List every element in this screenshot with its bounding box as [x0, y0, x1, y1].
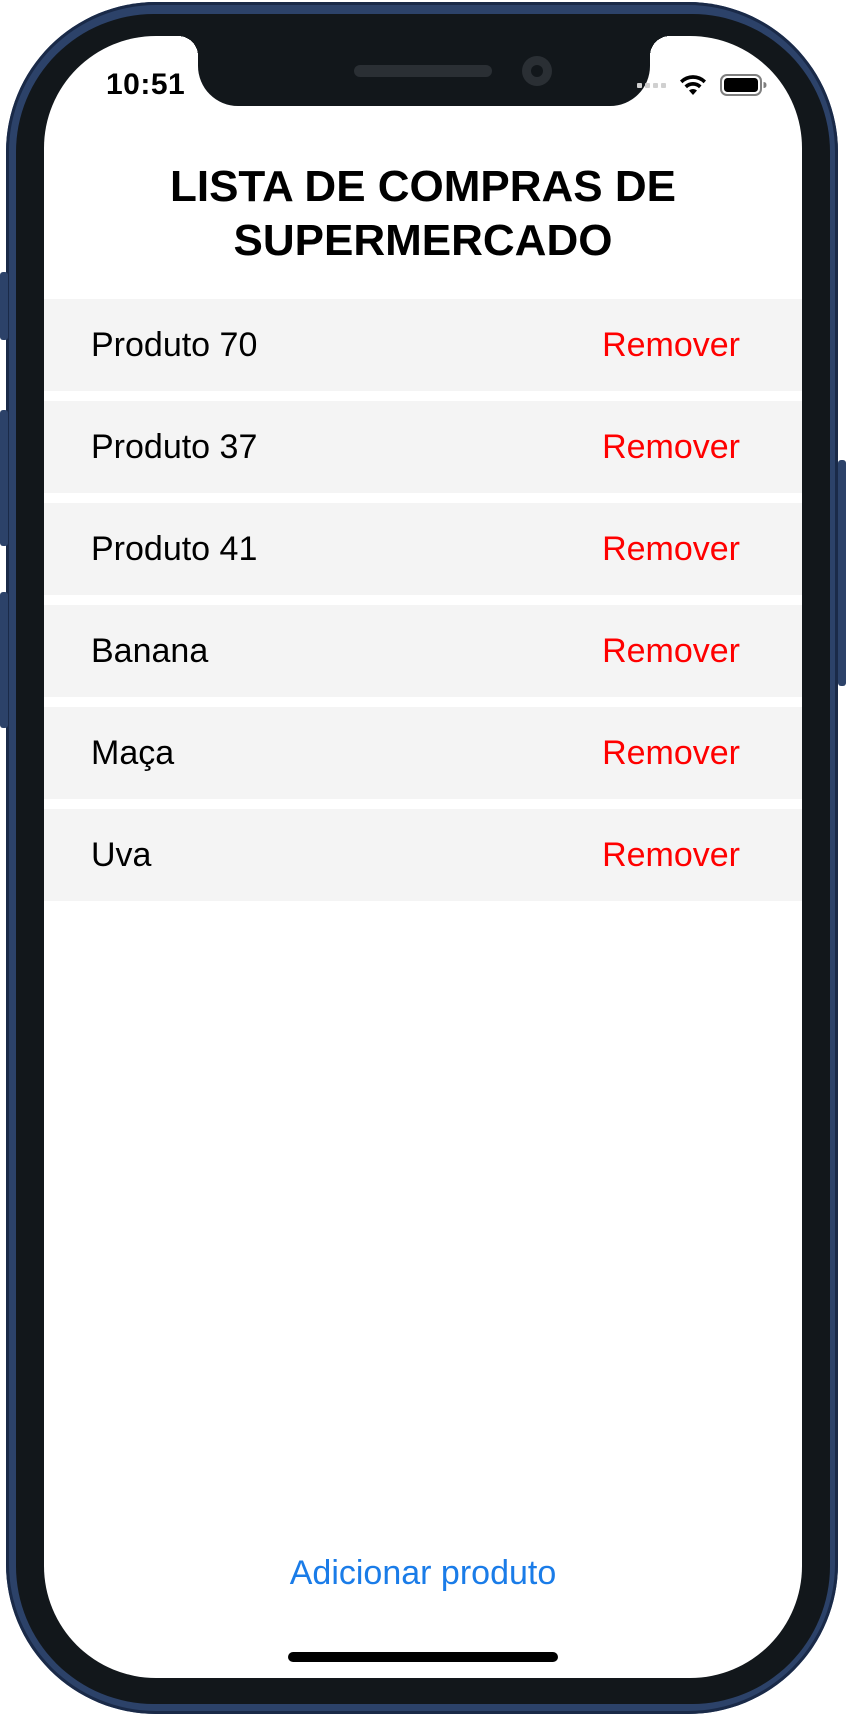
shopping-list: Produto 70 Remover Produto 37 Remover Pr… — [44, 299, 802, 911]
list-item: Banana Remover — [44, 605, 802, 697]
item-name: Produto 70 — [91, 326, 258, 364]
page-title: LISTA DE COMPRAS DE SUPERMERCADO — [44, 160, 802, 268]
notch — [178, 36, 670, 106]
add-product-button[interactable]: Adicionar produto — [44, 1554, 802, 1593]
remove-button[interactable]: Remover — [602, 605, 740, 697]
remove-button[interactable]: Remover — [602, 503, 740, 595]
remove-button[interactable]: Remover — [602, 299, 740, 391]
screen: 10:51 LISTA DE COMPRAS DE SUPERMERCADO P… — [44, 36, 802, 1678]
volume-down-button — [0, 592, 8, 728]
item-name: Banana — [91, 632, 209, 670]
power-button — [838, 460, 846, 686]
home-indicator[interactable] — [288, 1652, 558, 1662]
page-title-line1: LISTA DE COMPRAS DE — [169, 162, 677, 211]
list-item: Uva Remover — [44, 809, 802, 901]
status-icons — [637, 72, 768, 98]
wifi-icon — [680, 75, 706, 95]
front-camera-icon — [522, 56, 552, 86]
remove-button[interactable]: Remover — [602, 401, 740, 493]
item-name: Produto 41 — [91, 530, 258, 568]
list-item: Produto 70 Remover — [44, 299, 802, 391]
signal-icon — [637, 82, 666, 88]
item-name: Uva — [91, 836, 152, 874]
list-item: Produto 37 Remover — [44, 401, 802, 493]
volume-up-button — [0, 410, 8, 546]
battery-icon — [720, 74, 767, 96]
mute-switch — [0, 272, 8, 340]
item-name: Produto 37 — [91, 428, 258, 466]
speaker-grille — [354, 65, 492, 77]
list-item: Produto 41 Remover — [44, 503, 802, 595]
page-title-line2: SUPERMERCADO — [233, 216, 613, 265]
remove-button[interactable]: Remover — [602, 707, 740, 799]
remove-button[interactable]: Remover — [602, 809, 740, 901]
item-name: Maça — [91, 734, 175, 772]
status-time: 10:51 — [106, 68, 186, 101]
list-item: Maça Remover — [44, 707, 802, 799]
